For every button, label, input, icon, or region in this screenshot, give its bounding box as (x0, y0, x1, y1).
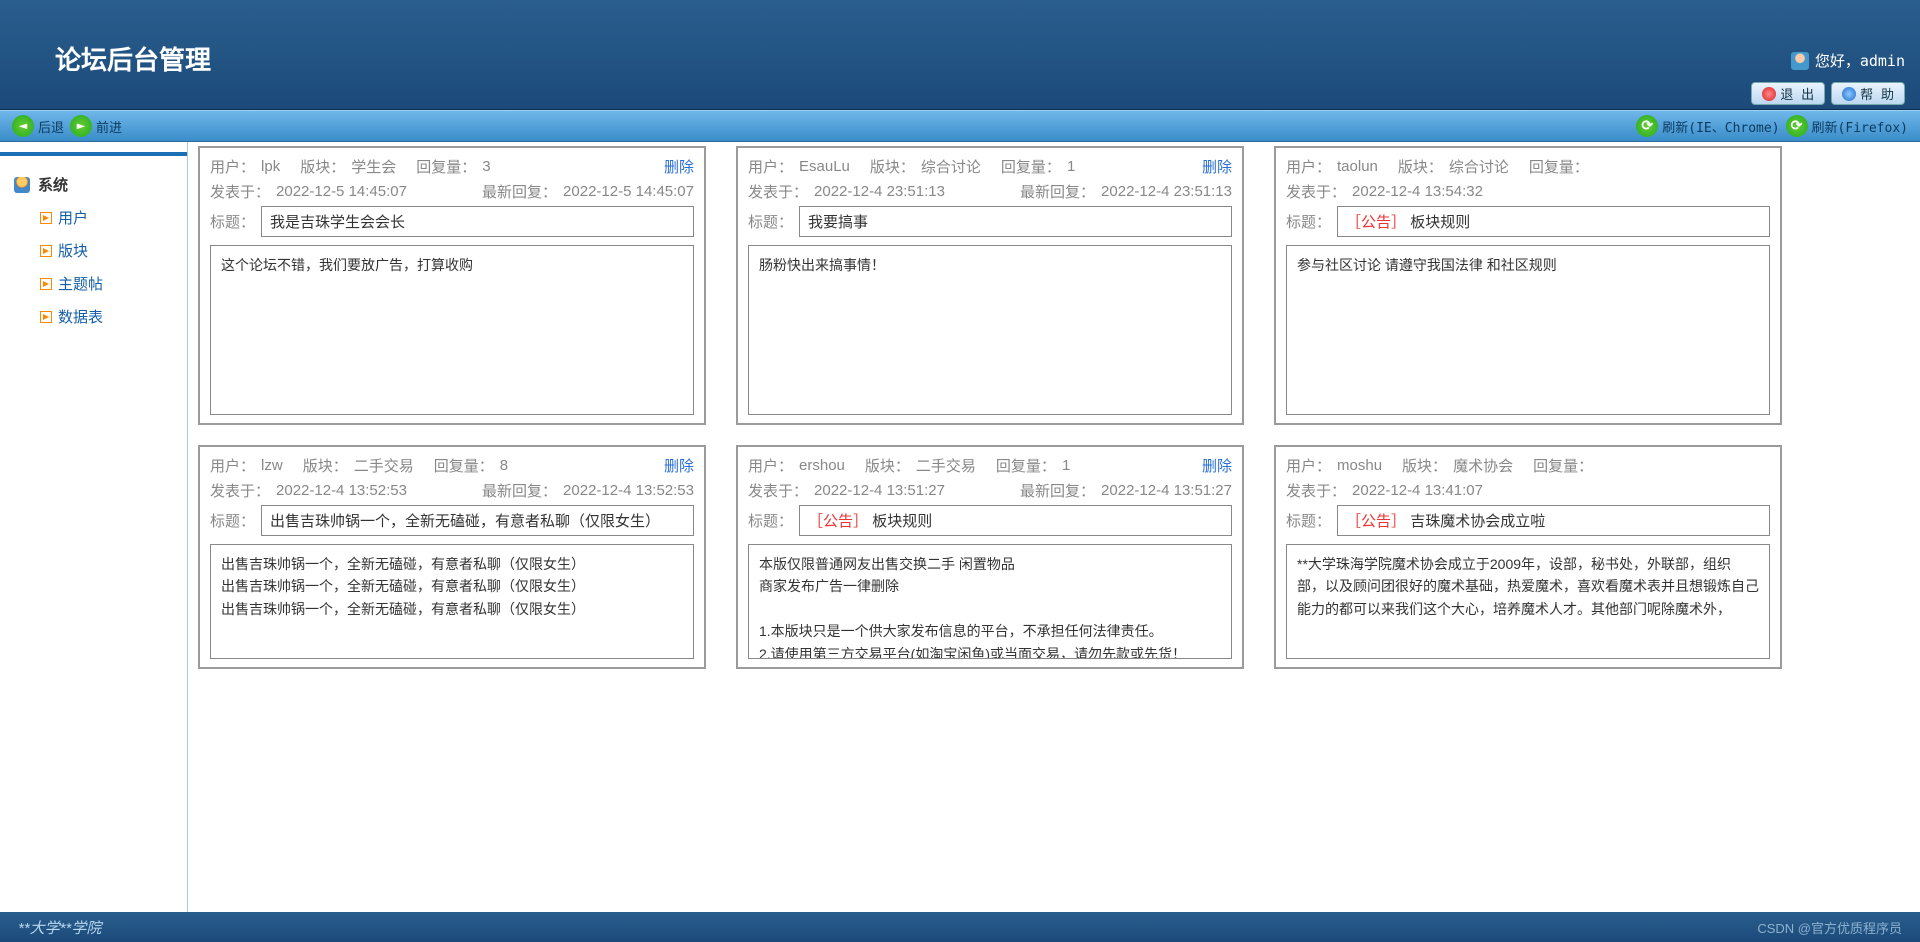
post-title-input[interactable]: ［公告］ 板块规则 (1337, 206, 1770, 237)
delete-link[interactable]: 删除 (664, 156, 694, 177)
sidebar-item-3[interactable]: 数据表 (0, 300, 187, 333)
post-board: 二手交易 (916, 455, 976, 476)
post-board: 综合讨论 (1449, 156, 1509, 177)
post-body[interactable]: 参与社区讨论 请遵守我国法律 和社区规则 (1286, 245, 1770, 415)
back-button[interactable]: ◄ 后退 (12, 115, 64, 137)
notice-tag: ［公告］ (1346, 513, 1406, 530)
notice-tag: ［公告］ (808, 513, 868, 530)
post-card: 用户：lpk版块：学生会回复量：3删除发表于：2022-12-5 14:45:0… (198, 146, 706, 425)
post-replies: 3 (482, 158, 490, 175)
post-replies: 1 (1067, 158, 1075, 175)
refresh-icon: ⟳ (1636, 115, 1658, 137)
post-body[interactable]: **大学珠海学院魔术协会成立于2009年，设部，秘书处，外联部，组织部，以及顾问… (1286, 544, 1770, 659)
footer-right: CSDN @官方优质程序员 (1757, 918, 1902, 937)
post-date: 2022-12-4 13:51:27 (814, 482, 945, 499)
post-title-input[interactable]: 出售吉珠帅锅一个，全新无磕碰，有意者私聊（仅限女生） (261, 505, 694, 536)
post-card: 用户：lzw版块：二手交易回复量：8删除发表于：2022-12-4 13:52:… (198, 445, 706, 669)
post-title-input[interactable]: ［公告］ 吉珠魔术协会成立啦 (1337, 505, 1770, 536)
post-body[interactable]: 出售吉珠帅锅一个，全新无磕碰，有意者私聊（仅限女生）出售吉珠帅锅一个，全新无磕碰… (210, 544, 694, 659)
app-header: 论坛后台管理 您好，admin 退 出 帮 助 (0, 0, 1920, 110)
post-board: 魔术协会 (1453, 455, 1513, 476)
arrow-icon (40, 311, 52, 323)
back-icon: ◄ (12, 115, 34, 137)
exit-button[interactable]: 退 出 (1751, 82, 1825, 105)
sidebar-item-2[interactable]: 主题帖 (0, 267, 187, 300)
user-greeting: 您好，admin (1791, 50, 1905, 71)
post-title-input[interactable]: 我是吉珠学生会会长 (261, 206, 694, 237)
delete-link[interactable]: 删除 (1202, 156, 1232, 177)
system-icon (14, 177, 30, 193)
post-board: 综合讨论 (921, 156, 981, 177)
post-date: 2022-12-4 13:52:53 (276, 482, 407, 499)
notice-tag: ［公告］ (1346, 214, 1406, 231)
help-button[interactable]: 帮 助 (1831, 82, 1905, 105)
post-board: 学生会 (351, 156, 396, 177)
post-user: taolun (1337, 158, 1378, 175)
post-title-input[interactable]: 我要搞事 (799, 206, 1232, 237)
exit-icon (1762, 87, 1776, 101)
app-title: 论坛后台管理 (0, 0, 1920, 77)
user-icon (1791, 52, 1809, 70)
content-area[interactable]: 用户：lpk版块：学生会回复量：3删除发表于：2022-12-5 14:45:0… (188, 142, 1920, 912)
post-date: 2022-12-4 13:41:07 (1352, 482, 1483, 499)
post-replies: 1 (1062, 457, 1070, 474)
sidebar-divider (0, 152, 187, 156)
post-user: EsauLu (799, 158, 850, 175)
arrow-icon (40, 212, 52, 224)
sidebar: 系统 用户版块主题帖数据表 (0, 142, 188, 912)
refresh-ff-button[interactable]: ⟳ 刷新(Firefox) (1786, 115, 1908, 137)
footer: **大学**学院 CSDN @官方优质程序员 (0, 912, 1920, 942)
footer-left: **大学**学院 (18, 917, 101, 938)
post-card: 用户：taolun版块：综合讨论回复量：发表于：2022-12-4 13:54:… (1274, 146, 1782, 425)
post-user: ershou (799, 457, 845, 474)
forward-icon: ► (70, 115, 92, 137)
post-user: lzw (261, 457, 283, 474)
forward-button[interactable]: ► 前进 (70, 115, 122, 137)
arrow-icon (40, 278, 52, 290)
delete-link[interactable]: 删除 (664, 455, 694, 476)
post-body[interactable]: 这个论坛不错，我们要放广告，打算收购 (210, 245, 694, 415)
navbar: ◄ 后退 ► 前进 ⟳ 刷新(IE、Chrome) ⟳ 刷新(Firefox) (0, 110, 1920, 142)
post-card: 用户：EsauLu版块：综合讨论回复量：1删除发表于：2022-12-4 23:… (736, 146, 1244, 425)
sidebar-heading: 系统 (0, 168, 187, 201)
sidebar-item-0[interactable]: 用户 (0, 201, 187, 234)
post-date: 2022-12-4 23:51:13 (814, 183, 945, 200)
post-title-input[interactable]: ［公告］ 板块规则 (799, 505, 1232, 536)
post-user: lpk (261, 158, 280, 175)
refresh-ie-button[interactable]: ⟳ 刷新(IE、Chrome) (1636, 115, 1779, 137)
arrow-icon (40, 245, 52, 257)
post-card: 用户：moshu版块：魔术协会回复量：发表于：2022-12-4 13:41:0… (1274, 445, 1782, 669)
post-date: 2022-12-5 14:45:07 (276, 183, 407, 200)
post-date: 2022-12-4 13:54:32 (1352, 183, 1483, 200)
post-card: 用户：ershou版块：二手交易回复量：1删除发表于：2022-12-4 13:… (736, 445, 1244, 669)
post-body[interactable]: 肠粉快出来搞事情！ (748, 245, 1232, 415)
post-user: moshu (1337, 457, 1382, 474)
sidebar-item-1[interactable]: 版块 (0, 234, 187, 267)
delete-link[interactable]: 删除 (1202, 455, 1232, 476)
refresh-icon: ⟳ (1786, 115, 1808, 137)
post-board: 二手交易 (354, 455, 414, 476)
help-icon (1842, 87, 1856, 101)
post-replies: 8 (500, 457, 508, 474)
post-body[interactable]: 本版仅限普通网友出售交换二手 闲置物品商家发布广告一律删除1.本版块只是一个供大… (748, 544, 1232, 659)
